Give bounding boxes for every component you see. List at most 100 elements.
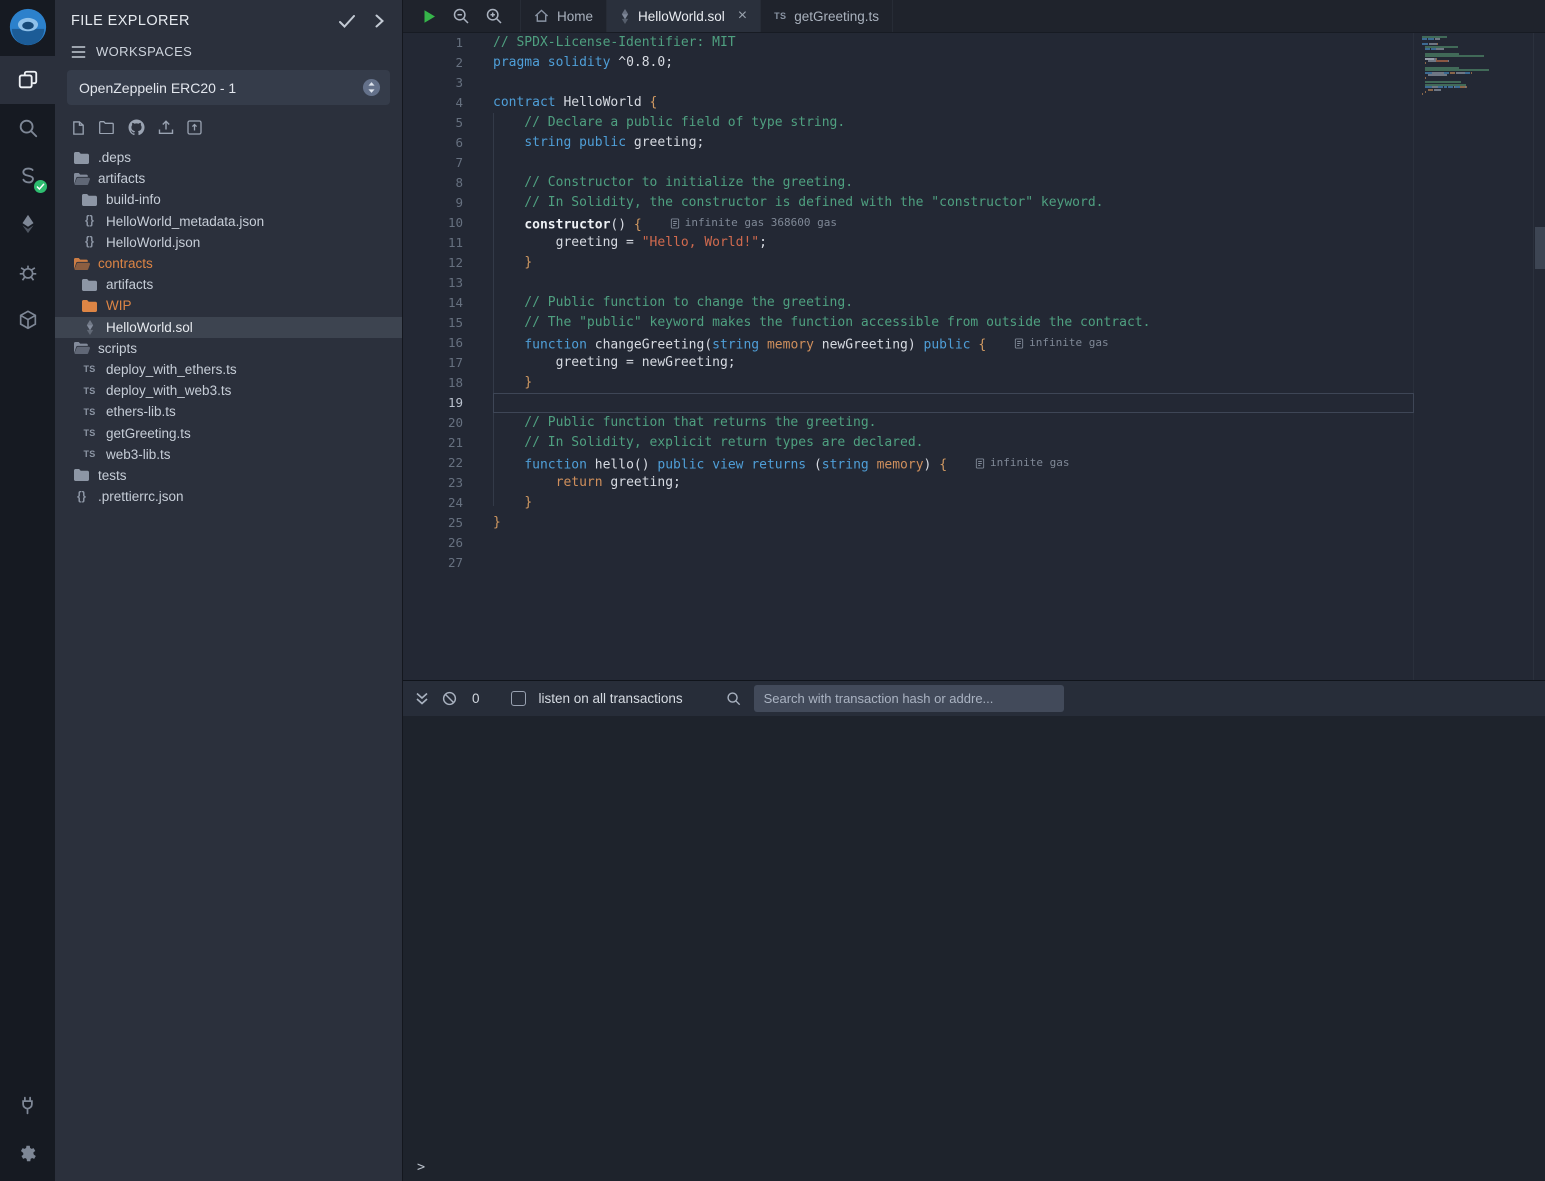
editor-scrollbar[interactable]	[1533, 33, 1545, 680]
terminal-search-input[interactable]	[754, 685, 1064, 712]
code-line[interactable]: 20 // Public function that returns the g…	[403, 413, 1405, 433]
file-name: scripts	[98, 341, 137, 356]
publish-button[interactable]	[158, 120, 174, 135]
file-explorer-button[interactable]	[0, 56, 55, 104]
line-number: 8	[403, 173, 463, 193]
file-tree-item[interactable]: {}HelloWorld.json	[55, 232, 402, 253]
compiler-success-badge	[34, 180, 47, 193]
code-line[interactable]: 12 }	[403, 253, 1405, 273]
remix-logo-icon[interactable]	[7, 6, 49, 48]
tab-label: HelloWorld.sol	[638, 9, 725, 24]
plugin-manager-icon	[17, 309, 39, 331]
file-tree-item[interactable]: contracts	[55, 253, 402, 274]
code-line[interactable]: 3	[403, 73, 1405, 93]
scrollbar-thumb[interactable]	[1535, 227, 1545, 269]
debugger-button[interactable]	[0, 248, 55, 296]
transaction-count: 0	[472, 691, 480, 706]
file-tree-item[interactable]: artifacts	[55, 274, 402, 295]
workspace-switch-icon[interactable]	[362, 78, 381, 97]
code-line[interactable]: 9 // In Solidity, the constructor is def…	[403, 193, 1405, 213]
code-line[interactable]: 24 }	[403, 493, 1405, 513]
plugin-manager-button[interactable]	[0, 296, 55, 344]
line-number: 27	[403, 553, 463, 573]
github-icon	[128, 119, 145, 136]
terminal-prompt: >	[417, 1159, 425, 1175]
listen-checkbox[interactable]	[511, 691, 526, 706]
import-button[interactable]	[187, 120, 202, 135]
file-tree-item[interactable]: TSdeploy_with_web3.ts	[55, 380, 402, 401]
menu-icon[interactable]	[71, 46, 86, 58]
code-line[interactable]: 11 greeting = "Hello, World!";	[403, 233, 1405, 253]
code-line[interactable]: 8 // Constructor to initialize the greet…	[403, 173, 1405, 193]
code-line[interactable]: 25}	[403, 513, 1405, 533]
code-line[interactable]: 15 // The "public" keyword makes the fun…	[403, 313, 1405, 333]
run-script-button[interactable]	[423, 9, 436, 24]
code-line[interactable]: 4contract HelloWorld {	[403, 93, 1405, 113]
chevron-right-icon[interactable]	[375, 14, 384, 28]
file-tree-item[interactable]: TSweb3-lib.ts	[55, 444, 402, 465]
file-tree-item[interactable]: .deps	[55, 147, 402, 168]
code-line[interactable]: 17 greeting = newGreeting;	[403, 353, 1405, 373]
file-tree-item[interactable]: artifacts	[55, 168, 402, 189]
code-text	[463, 73, 493, 93]
minimap[interactable]	[1422, 36, 1500, 101]
file-name: tests	[98, 468, 127, 483]
terminal-collapse-button[interactable]	[415, 692, 429, 705]
code-line[interactable]: 18 }	[403, 373, 1405, 393]
tab-home[interactable]: Home	[520, 0, 607, 32]
new-folder-button[interactable]	[99, 121, 115, 134]
file-tree-item[interactable]: TSethers-lib.ts	[55, 401, 402, 422]
line-number: 2	[403, 53, 463, 73]
file-tree-item[interactable]: TSdeploy_with_ethers.ts	[55, 359, 402, 380]
line-number: 4	[403, 93, 463, 113]
tab-label: getGreeting.ts	[794, 9, 879, 24]
code-line[interactable]: 2pragma solidity ^0.8.0;	[403, 53, 1405, 73]
ts-icon: TS	[81, 386, 98, 396]
code-line[interactable]: 21 // In Solidity, explicit return types…	[403, 433, 1405, 453]
code-line[interactable]: 7	[403, 153, 1405, 173]
code-line[interactable]: 26	[403, 533, 1405, 553]
file-tree-item[interactable]: tests	[55, 465, 402, 486]
file-tree-item[interactable]: {}HelloWorld_metadata.json	[55, 211, 402, 232]
github-button[interactable]	[128, 119, 145, 136]
file-tree-item[interactable]: {}.prettierrc.json	[55, 486, 402, 507]
settings-button[interactable]	[0, 1129, 55, 1177]
editor[interactable]: 1// SPDX-License-Identifier: MIT2pragma …	[403, 33, 1545, 680]
new-file-button[interactable]	[71, 120, 86, 136]
zoom-out-button[interactable]	[453, 8, 469, 24]
file-tree-item[interactable]: TSgetGreeting.ts	[55, 422, 402, 443]
file-tree-item[interactable]: build-info	[55, 189, 402, 210]
line-number: 14	[403, 293, 463, 313]
close-icon[interactable]: ×	[738, 8, 747, 24]
file-tree-item[interactable]: WIP	[55, 295, 402, 316]
file-name: contracts	[98, 256, 153, 271]
check-icon[interactable]	[339, 15, 355, 28]
code-line[interactable]: 6 string public greeting;	[403, 133, 1405, 153]
code-line[interactable]: 10 constructor() {infinite gas 368600 ga…	[403, 213, 1405, 233]
plug-button[interactable]	[0, 1081, 55, 1129]
file-tree-item[interactable]: HelloWorld.sol	[55, 317, 402, 338]
code-line[interactable]: 5 // Declare a public field of type stri…	[403, 113, 1405, 133]
code-line[interactable]: 23 return greeting;	[403, 473, 1405, 493]
tab-getgreeting-ts[interactable]: TSgetGreeting.ts	[761, 0, 893, 32]
code-line[interactable]: 19	[403, 393, 1405, 413]
code-line[interactable]: 14 // Public function to change the gree…	[403, 293, 1405, 313]
minimap-line	[1422, 98, 1500, 100]
code-line[interactable]: 27	[403, 553, 1405, 573]
search-button[interactable]	[0, 104, 55, 152]
file-tree-item[interactable]: scripts	[55, 338, 402, 359]
solidity-compiler-button[interactable]	[0, 152, 55, 200]
deploy-run-button[interactable]	[0, 200, 55, 248]
code-line[interactable]: 1// SPDX-License-Identifier: MIT	[403, 33, 1405, 53]
code-line[interactable]: 16 function changeGreeting(string memory…	[403, 333, 1405, 353]
search-icon	[726, 691, 741, 706]
json-icon: {}	[81, 215, 98, 227]
tab-helloworld-sol[interactable]: HelloWorld.sol ×	[607, 0, 761, 32]
home-icon	[534, 9, 549, 23]
code-line[interactable]: 13	[403, 273, 1405, 293]
terminal-output[interactable]: >	[403, 716, 1545, 1181]
workspace-select[interactable]: OpenZeppelin ERC20 - 1	[67, 70, 390, 105]
terminal-clear-button[interactable]	[442, 691, 457, 706]
zoom-in-button[interactable]	[486, 8, 502, 24]
code-line[interactable]: 22 function hello() public view returns …	[403, 453, 1405, 473]
